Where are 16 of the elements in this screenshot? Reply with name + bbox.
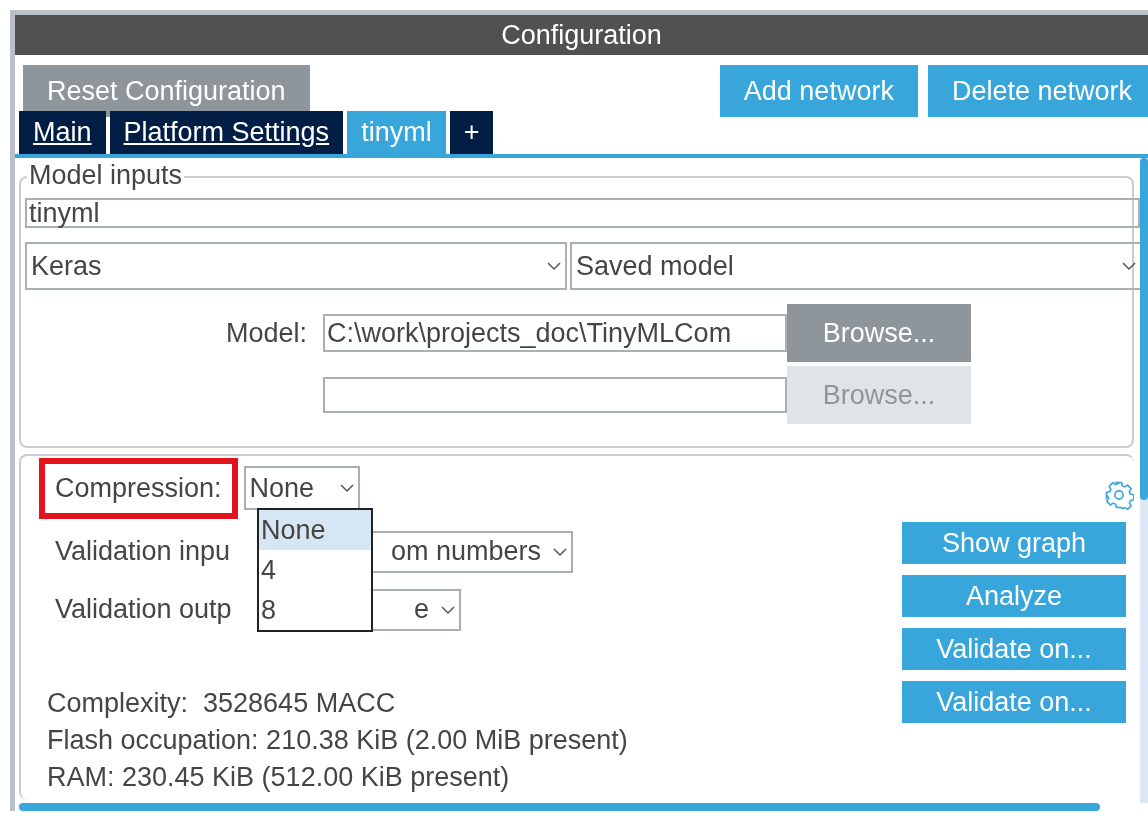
compression-label: Compression: — [39, 458, 238, 519]
tab[interactable]: Platform Settings — [109, 111, 344, 154]
tab[interactable]: Main — [19, 111, 106, 154]
format-select[interactable]: Saved model — [570, 242, 1142, 290]
model-label: Model: — [224, 316, 307, 350]
framework-select[interactable]: Keras — [25, 242, 568, 290]
tab[interactable]: + — [449, 111, 494, 154]
model-path-field[interactable]: C:\work\projects_doc\TinyMLCom — [323, 314, 787, 352]
stat-text: Flash occupation: 210.38 KiB (2.00 MiB present) — [47, 723, 628, 757]
window-title: Configuration — [15, 15, 1148, 55]
validation-label: Validation outp — [54, 593, 233, 627]
validation-label: Validation inpu — [54, 535, 232, 569]
name-field[interactable]: tinyml — [25, 198, 1140, 228]
dropdown-option[interactable]: None — [259, 510, 371, 550]
stat-text: Complexity: 3528645 MACC — [47, 686, 396, 720]
stat-text: RAM: 230.45 KiB (512.00 KiB present) — [47, 760, 510, 794]
